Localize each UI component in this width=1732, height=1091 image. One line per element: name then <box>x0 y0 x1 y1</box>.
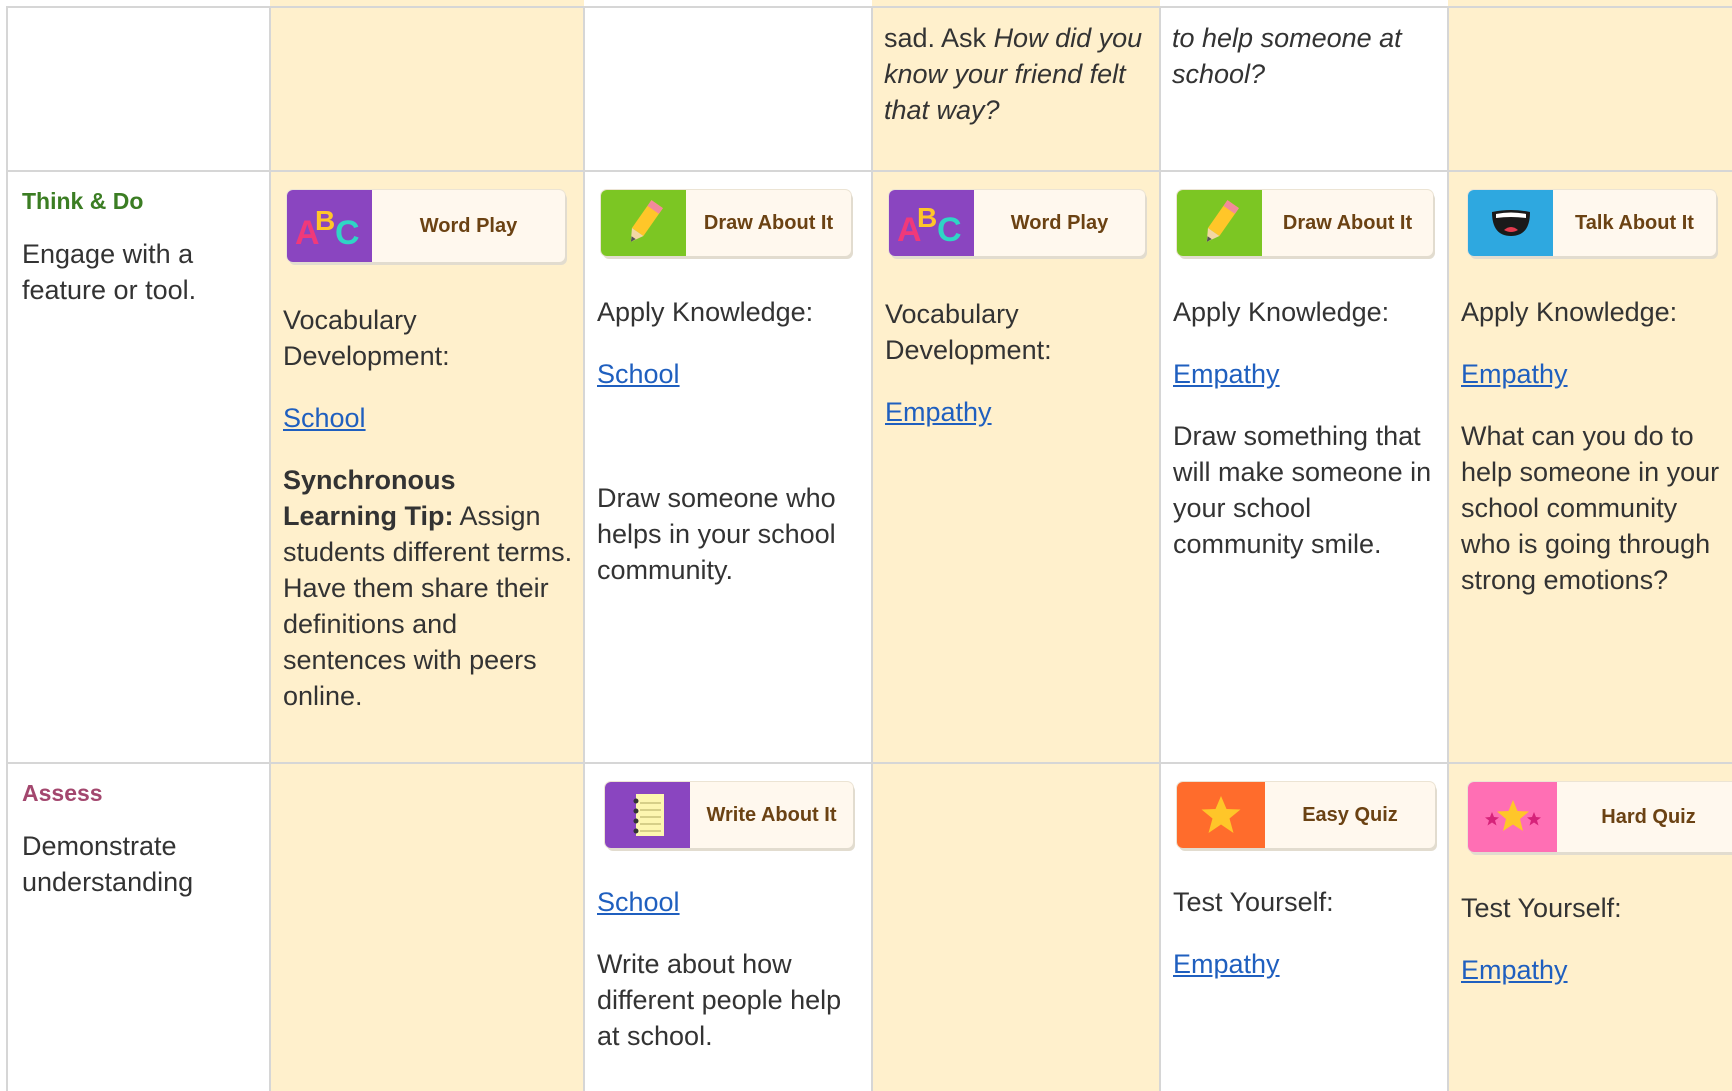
synchronous-tip: Synchronous Learning Tip: Assign student… <box>283 462 573 714</box>
think-cell-2: Apply Knowledge: School Draw someone who… <box>597 294 869 588</box>
row-divider <box>6 762 1732 764</box>
lesson-plan-table: sad. Ask How did you know your friend fe… <box>0 0 1732 1091</box>
think-cell-1: Vocabulary Development: School Synchrono… <box>283 302 573 714</box>
talking-mouth-icon <box>1468 190 1553 256</box>
column-divider <box>1159 6 1161 1091</box>
column-divider <box>583 6 585 1091</box>
table-border-top <box>6 6 1732 8</box>
badge-label: Hard Quiz <box>1601 805 1696 828</box>
abc-letters-icon: A B C <box>889 190 974 256</box>
badge-label: Word Play <box>419 214 518 237</box>
badge-label: Talk About It <box>1575 211 1694 234</box>
assess-row-header: Assess Demonstrate understanding <box>22 778 262 900</box>
think-cell-5: Apply Knowledge: Empathy What can you do… <box>1461 294 1729 598</box>
top-row-cell-4: sad. Ask How did you know your friend fe… <box>884 20 1154 128</box>
hard-quiz-button[interactable]: Hard Quiz <box>1468 782 1732 852</box>
svg-text:C: C <box>335 214 360 252</box>
school-link[interactable]: School <box>283 400 573 436</box>
tip-label: Synchronous Learning Tip: <box>283 465 456 531</box>
empathy-link[interactable]: Empathy <box>885 394 1153 430</box>
svg-text:B: B <box>315 205 335 236</box>
cell-prompt: Draw someone who helps in your school co… <box>597 483 836 585</box>
badge-label: Easy Quiz <box>1302 803 1398 826</box>
svg-text:C: C <box>937 211 962 249</box>
column-divider <box>871 6 873 1091</box>
empathy-link[interactable]: Empathy <box>1461 952 1729 988</box>
school-link[interactable]: School <box>597 884 869 920</box>
easy-quiz-button[interactable]: Easy Quiz <box>1177 782 1435 848</box>
school-link[interactable]: School <box>597 356 869 392</box>
empathy-link[interactable]: Empathy <box>1173 946 1443 982</box>
pencil-icon <box>1177 190 1262 256</box>
cell-heading: Test Yourself: <box>1173 887 1334 917</box>
cell-prompt: Write about how different people help at… <box>597 949 842 1051</box>
badge-label: Write About It <box>706 803 837 826</box>
assess-cell-5: Test Yourself: Empathy <box>1461 890 1729 988</box>
row-description: Engage with a feature or tool. <box>22 239 197 305</box>
draw-about-it-button[interactable]: Draw About It <box>1177 190 1433 256</box>
cell-heading: Vocabulary Development: <box>885 299 1052 365</box>
word-play-button[interactable]: A B C Word Play <box>889 190 1145 256</box>
draw-about-it-button[interactable]: Draw About It <box>601 190 851 256</box>
top-row-cell-5: to help someone at school? <box>1172 20 1442 92</box>
row-label-think-do: Think & Do <box>22 188 144 214</box>
cell-heading: Test Yourself: <box>1461 893 1622 923</box>
word-play-button[interactable]: A B C Word Play <box>287 190 565 262</box>
badge-label: Word Play <box>1010 211 1109 234</box>
table-border-left <box>6 6 8 1091</box>
think-cell-3: Vocabulary Development: Empathy <box>885 296 1153 430</box>
cell-heading: Apply Knowledge: <box>597 297 814 327</box>
badge-label: Draw About It <box>703 211 834 234</box>
talk-about-it-button[interactable]: Talk About It <box>1468 190 1716 256</box>
assess-cell-2: School Write about how different people … <box>597 884 869 1054</box>
cell-prompt: Draw something that will make someone in… <box>1173 421 1432 559</box>
cell-heading: Vocabulary Development: <box>283 305 450 371</box>
cell-italic-text: to help someone at school? <box>1172 23 1402 89</box>
write-about-it-button[interactable]: Write About It <box>605 782 853 848</box>
svg-text:B: B <box>917 202 937 233</box>
column-divider <box>269 6 271 1091</box>
abc-letters-icon: A B C <box>287 190 372 262</box>
star-icon <box>1177 782 1265 848</box>
row-description: Demonstrate understanding <box>22 831 194 897</box>
cell-heading: Apply Knowledge: <box>1461 297 1678 327</box>
pencil-icon <box>601 190 686 256</box>
notebook-icon <box>605 782 690 848</box>
column-bg-3 <box>872 0 1160 1091</box>
cell-prompt: What can you do to help someone in your … <box>1461 421 1720 595</box>
empathy-link[interactable]: Empathy <box>1461 356 1729 392</box>
badge-label: Draw About It <box>1282 211 1413 234</box>
row-label-assess: Assess <box>22 780 103 806</box>
row-divider <box>6 170 1732 172</box>
think-cell-4: Apply Knowledge: Empathy Draw something … <box>1173 294 1443 562</box>
empathy-link[interactable]: Empathy <box>1173 356 1443 392</box>
stars-icon <box>1468 782 1557 852</box>
column-divider <box>1447 6 1449 1091</box>
assess-cell-4: Test Yourself: Empathy <box>1173 884 1443 982</box>
cell-text: sad. Ask <box>884 23 994 53</box>
think-row-header: Think & Do Engage with a feature or tool… <box>22 186 262 308</box>
tip-text: Assign students different terms. Have th… <box>283 501 573 711</box>
cell-heading: Apply Knowledge: <box>1173 297 1390 327</box>
